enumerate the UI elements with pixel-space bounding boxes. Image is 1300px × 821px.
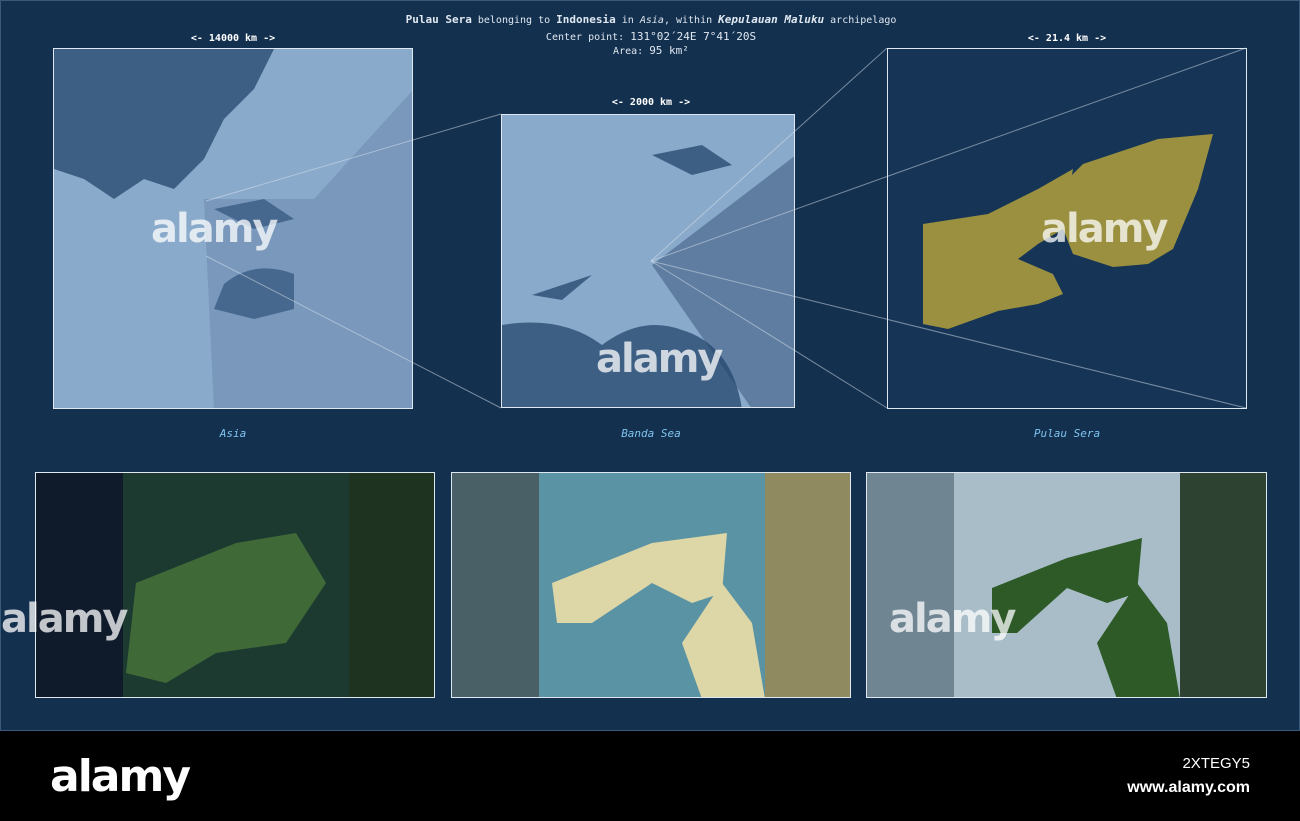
satellite-map bbox=[35, 472, 435, 698]
scale-banda: <- 2000 km -> bbox=[611, 97, 691, 108]
physical-map bbox=[451, 472, 851, 698]
center-label: Center point: bbox=[545, 32, 625, 43]
island-name: Pulau Sera bbox=[405, 13, 472, 26]
physical-land bbox=[452, 473, 850, 697]
caption-pulau-sera: Pulau Sera bbox=[1033, 427, 1101, 440]
text: archipelago bbox=[830, 15, 897, 26]
archipelago: Kepulauan Maluku bbox=[718, 13, 825, 26]
watermark: alamy bbox=[889, 596, 1016, 642]
scale-sera: <- 21.4 km -> bbox=[1027, 33, 1107, 44]
country: Indonesia bbox=[556, 13, 616, 26]
continent: Asia bbox=[639, 15, 664, 26]
text: belonging to bbox=[477, 15, 551, 26]
satellite-clouds-land bbox=[867, 473, 1266, 697]
map-stage: Pulau Sera belonging to Indonesia in Asi… bbox=[0, 0, 1300, 731]
satellite-clouds-map bbox=[866, 472, 1267, 698]
text: , within bbox=[663, 15, 713, 26]
area-label: Area: bbox=[613, 46, 644, 57]
scale-asia: <- 14000 km -> bbox=[190, 33, 276, 44]
site-url[interactable]: www.alamy.com bbox=[1127, 779, 1250, 797]
watermark: alamy bbox=[1041, 206, 1168, 252]
satellite-land bbox=[36, 473, 434, 697]
caption-banda-sea: Banda Sea bbox=[621, 427, 681, 440]
watermark: alamy bbox=[596, 336, 723, 382]
center-value: 131°02´24E 7°41´20S bbox=[630, 30, 757, 43]
footer: alamy 2XTEGY5 www.alamy.com bbox=[0, 731, 1300, 821]
title-line: Pulau Sera belonging to Indonesia in Asi… bbox=[1, 13, 1300, 26]
watermark: alamy bbox=[151, 206, 278, 252]
text: in bbox=[621, 15, 634, 26]
alamy-logo: alamy bbox=[50, 751, 191, 802]
caption-asia: Asia bbox=[219, 427, 247, 440]
area-value: 95 km² bbox=[649, 44, 689, 57]
image-id: 2XTEGY5 bbox=[1182, 755, 1250, 772]
watermark: alamy bbox=[1, 596, 128, 642]
